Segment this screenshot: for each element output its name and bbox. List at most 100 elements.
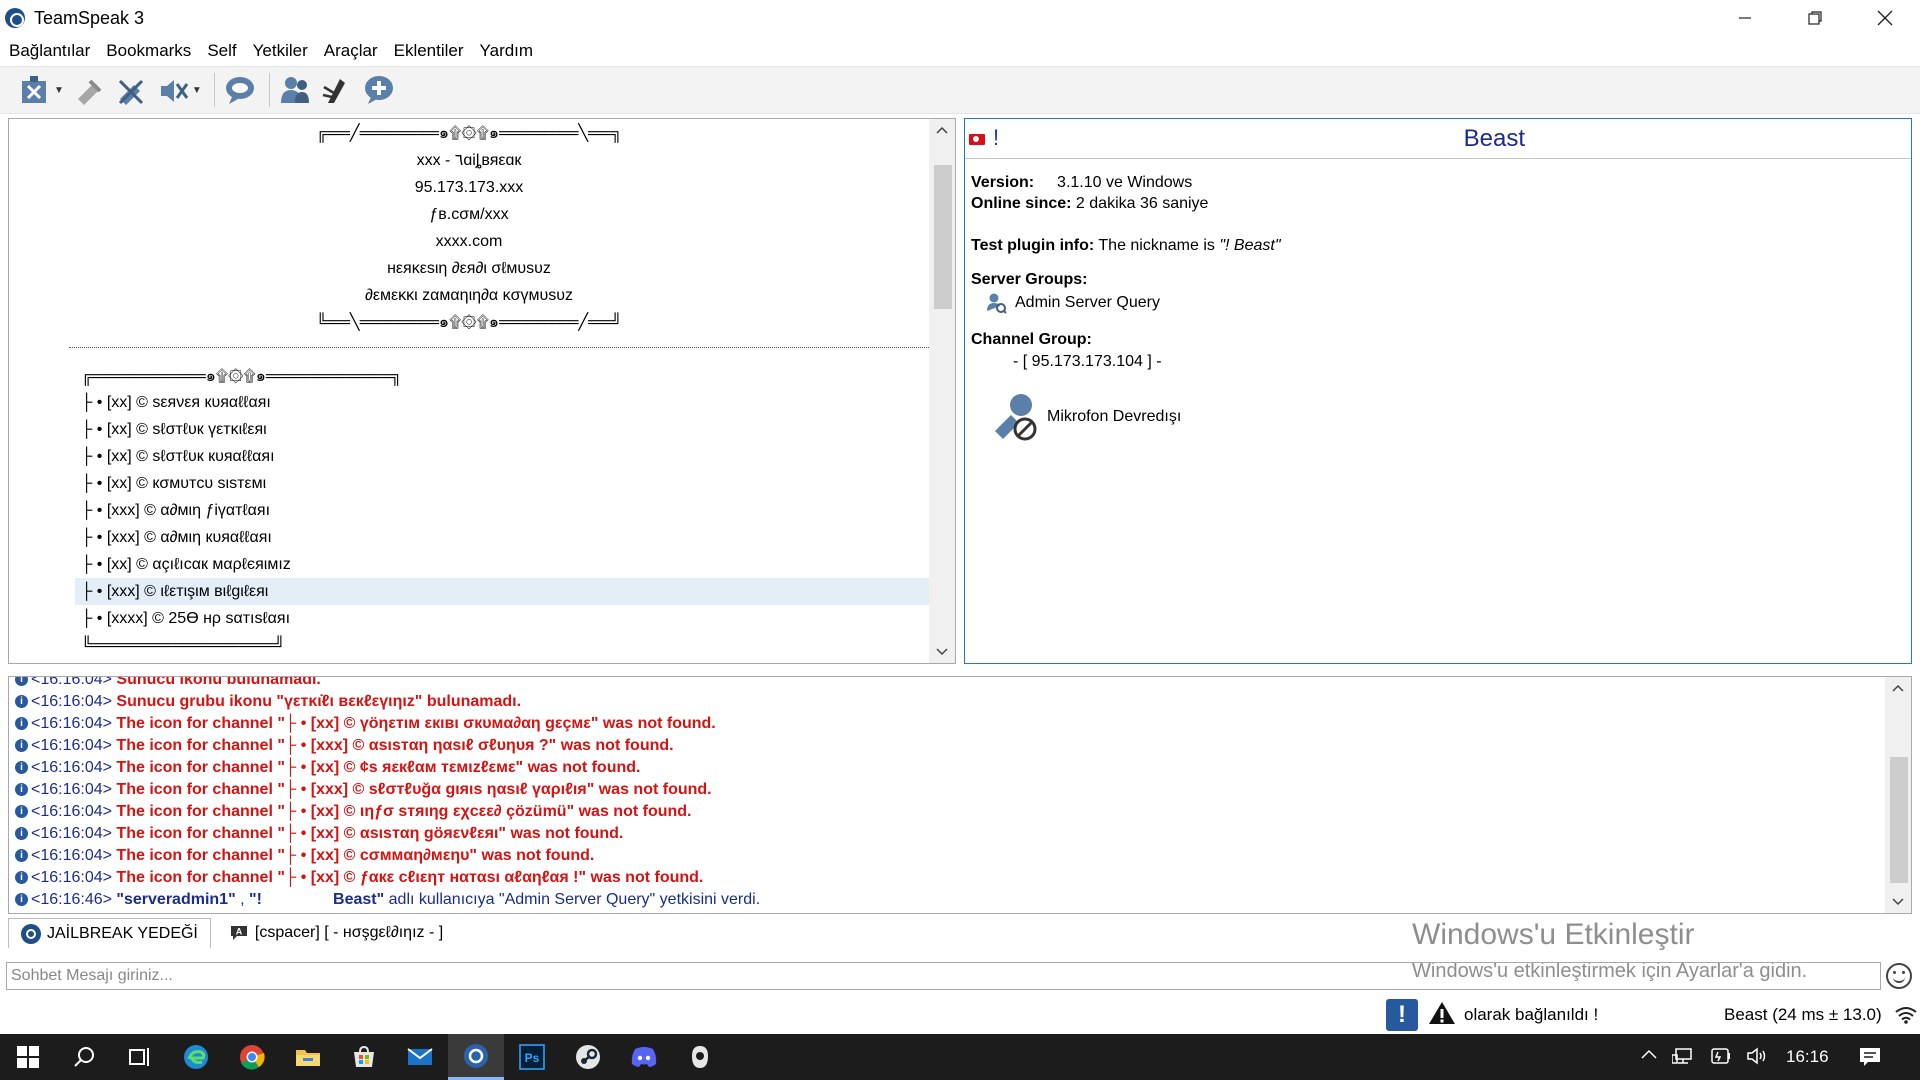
channel-item[interactable]: ├ • [xxx] © α∂мιη ƒiүαтℓαяı: [75, 497, 935, 524]
notifications-icon: [1860, 1048, 1880, 1066]
network-tray[interactable]: [1671, 1046, 1694, 1071]
banner-top-border[interactable]: ╔══╱═══════๑۩۞۩๑═══════╲══╗: [9, 123, 929, 145]
log-line: i <16:16:04> The icon for channel "├ • [x…: [9, 845, 1885, 867]
volume-tray[interactable]: [1746, 1046, 1768, 1071]
channel-item[interactable]: ├ • [xxxx] © 25ϴ нρ ѕαтıѕℓαяı: [75, 605, 935, 632]
channel-item[interactable]: ├ • [xx] © αçıℓıcαк мαρℓєяιмız: [75, 551, 935, 578]
scroll-down-icon[interactable]: [929, 641, 955, 663]
taskbar-file-explorer[interactable]: [280, 1034, 336, 1080]
server-group-name: Admin Server Query: [1015, 294, 1160, 311]
online-since-value: 2 dakika 36 saniye: [1075, 195, 1209, 212]
toolbar-separator: [268, 73, 270, 107]
tab-channel-chat[interactable]: A [cspacer] [ - нσşgεℓ∂ıηız - ]: [217, 918, 455, 948]
menu-connections[interactable]: Bağlantılar: [9, 41, 90, 61]
channel-item[interactable]: ├ • [xxx] © α∂мιη кυяαℓℓαяı: [75, 524, 935, 551]
channel-item-selected[interactable]: ├ • [xxx] © ιℓεтιşιм вιℓgιℓεяι: [75, 578, 935, 605]
menu-tools[interactable]: Araçlar: [324, 41, 378, 61]
log-timestamp: <16:16:46>: [31, 891, 112, 908]
away-button[interactable]: [70, 71, 108, 109]
taskbar-discord[interactable]: [616, 1034, 672, 1080]
chat-message-input[interactable]: [6, 962, 1881, 990]
restore-button[interactable]: [1780, 0, 1850, 36]
channel-group-header[interactable]: ╔══════════๑۩۞۩๑═══════════╗: [75, 363, 935, 390]
tab-server-chat[interactable]: JAİLBREAK YEDEĞİ: [8, 918, 211, 948]
log-timestamp: <16:16:04>: [31, 693, 112, 710]
channel-tree-scrollbar[interactable]: [929, 119, 955, 663]
notification-icon[interactable]: !: [1386, 999, 1418, 1031]
log-scrollbar[interactable]: [1885, 677, 1911, 913]
channel-item[interactable]: ├ • [xx] © ѕεяνεя кυяαℓℓαяı: [75, 389, 935, 416]
mute-microphone-button[interactable]: [112, 71, 150, 109]
mute-speakers-button[interactable]: [154, 71, 192, 109]
disconnect-dropdown-icon[interactable]: ▼: [54, 85, 64, 96]
speakers-dropdown-icon[interactable]: ▼: [192, 85, 202, 96]
title-bar: TeamSpeak 3: [0, 0, 1920, 36]
menu-bookmarks[interactable]: Bookmarks: [106, 41, 191, 61]
connection-quality-icon: [1895, 1007, 1917, 1024]
banner-ip[interactable]: 95.173.173.xxx: [9, 177, 929, 199]
scroll-thumb[interactable]: [934, 165, 952, 309]
emoji-icon[interactable]: [1886, 963, 1912, 989]
channel-item[interactable]: ├ • [xx] © кσмυтcυ ѕιѕтεмι: [75, 470, 935, 497]
channel-item[interactable]: ├ • [xx] © ѕℓσтℓυк үεтĸιℓεяι: [75, 416, 935, 443]
subscribe-button[interactable]: [221, 71, 259, 109]
battery-tray[interactable]: [1710, 1046, 1732, 1071]
online-row: Online since: 2 dakika 36 saniye: [971, 195, 1208, 213]
taskbar-app[interactable]: [672, 1034, 728, 1080]
taskbar-store[interactable]: [336, 1034, 392, 1080]
taskbar-edge[interactable]: [168, 1034, 224, 1080]
task-view-button[interactable]: [112, 1034, 168, 1080]
spacer-line[interactable]: [69, 347, 929, 348]
log-line: i <16:16:04> The icon for channel "├ • [x…: [9, 867, 1885, 889]
menu-permissions[interactable]: Yetkiler: [253, 41, 308, 61]
task-view-icon: [129, 1048, 149, 1066]
menu-plugins[interactable]: Eklentiler: [394, 41, 464, 61]
banner-slogan-2[interactable]: ∂εмεĸĸι zαмαηιη∂α ĸσүмυѕυz: [9, 285, 929, 307]
channel-item[interactable]: ├ • [xx] © ѕℓσтℓυк кυяαℓℓαяı: [75, 443, 935, 470]
close-button[interactable]: [1850, 0, 1920, 36]
menu-help[interactable]: Yardım: [480, 41, 534, 61]
taskbar-search[interactable]: [56, 1034, 112, 1080]
scroll-up-icon[interactable]: [929, 119, 955, 141]
show-hidden-icons[interactable]: [1640, 1046, 1658, 1069]
log-timestamp: <16:16:04>: [31, 847, 112, 864]
log-line: i <16:16:04> The icon for channel "├ • [x…: [9, 823, 1885, 845]
minimize-button[interactable]: [1710, 0, 1780, 36]
taskbar-clock[interactable]: 16:16: [1786, 1047, 1829, 1067]
discord-icon: [631, 1047, 657, 1067]
channel-group-footer[interactable]: ╚════════════════╝: [75, 632, 935, 659]
version-label: Version:: [971, 174, 1035, 191]
taskbar-steam[interactable]: [560, 1034, 616, 1080]
scroll-up-icon[interactable]: [1885, 677, 1911, 699]
mail-icon: [407, 1048, 433, 1065]
log-message: The icon for channel "├ • [xx] © ƒαкε cℓ…: [116, 869, 704, 886]
whisper-button[interactable]: [318, 71, 356, 109]
warning-icon[interactable]: [1428, 1000, 1456, 1026]
add-bookmark-button[interactable]: [360, 71, 398, 109]
taskbar-photoshop[interactable]: Ps: [504, 1034, 560, 1080]
contacts-button[interactable]: [276, 71, 314, 109]
banner-facebook[interactable]: ƒв.cσм/xxx: [9, 204, 929, 226]
log-message: Sunucu grubu ikonu "үεтĸι̇ℓι вεкℓεүιηιz"…: [116, 693, 522, 710]
banner-bottom-border[interactable]: ╚══╲═══════๑۩۞۩๑═══════╱══╝: [9, 312, 929, 334]
away-icon: [77, 79, 102, 105]
disconnect-button[interactable]: [16, 71, 54, 109]
scroll-down-icon[interactable]: [1885, 891, 1911, 913]
menu-self[interactable]: Self: [207, 41, 236, 61]
banner-website[interactable]: xxxx.com: [9, 231, 929, 253]
start-button[interactable]: [0, 1034, 56, 1080]
network-icon: [1671, 1048, 1692, 1064]
server-groups-label: Server Groups:: [971, 271, 1088, 288]
banner-slogan-1[interactable]: нεяĸεѕιη ∂εя∂ι σℓмυѕυz: [9, 258, 929, 280]
banner-server-name[interactable]: xxx - ٦ɑiȴвяεɑк: [9, 150, 929, 172]
channel-chat-icon: A: [230, 926, 247, 940]
action-center-button[interactable]: [1858, 1046, 1882, 1073]
scroll-thumb[interactable]: [1890, 757, 1908, 883]
connection-status-text: olarak bağlanıldı !: [1464, 1005, 1599, 1024]
taskbar-chrome[interactable]: [224, 1034, 280, 1080]
info-icon: i: [15, 761, 28, 775]
taskbar-mail[interactable]: [392, 1034, 448, 1080]
taskbar-teamspeak[interactable]: [448, 1034, 504, 1080]
toolbar-separator: [213, 73, 215, 107]
restore-icon: [1808, 11, 1822, 25]
